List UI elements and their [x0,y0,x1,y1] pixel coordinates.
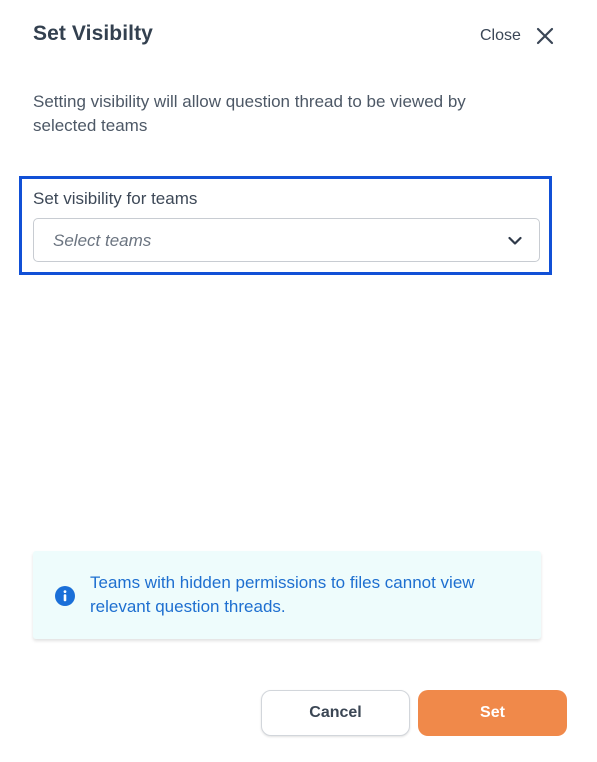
teams-select[interactable]: Select teams [33,218,540,262]
cancel-button[interactable]: Cancel [261,690,410,736]
info-message: Teams with hidden permissions to files c… [90,573,475,616]
close-button[interactable]: Close [480,22,555,50]
info-banner: Teams with hidden permissions to files c… [33,551,541,639]
close-icon [536,27,554,45]
set-visibility-dialog: Set Visibilty Close Setting visibility w… [0,0,597,762]
dialog-description: Setting visibility will allow question t… [33,92,466,135]
dialog-title: Set Visibilty [33,22,153,45]
set-button[interactable]: Set [418,690,567,736]
close-label: Close [480,27,521,44]
teams-select-placeholder: Select teams [53,231,152,250]
chevron-down-icon [508,236,522,245]
info-icon [55,586,75,606]
teams-field-label: Set visibility for teams [33,189,198,208]
